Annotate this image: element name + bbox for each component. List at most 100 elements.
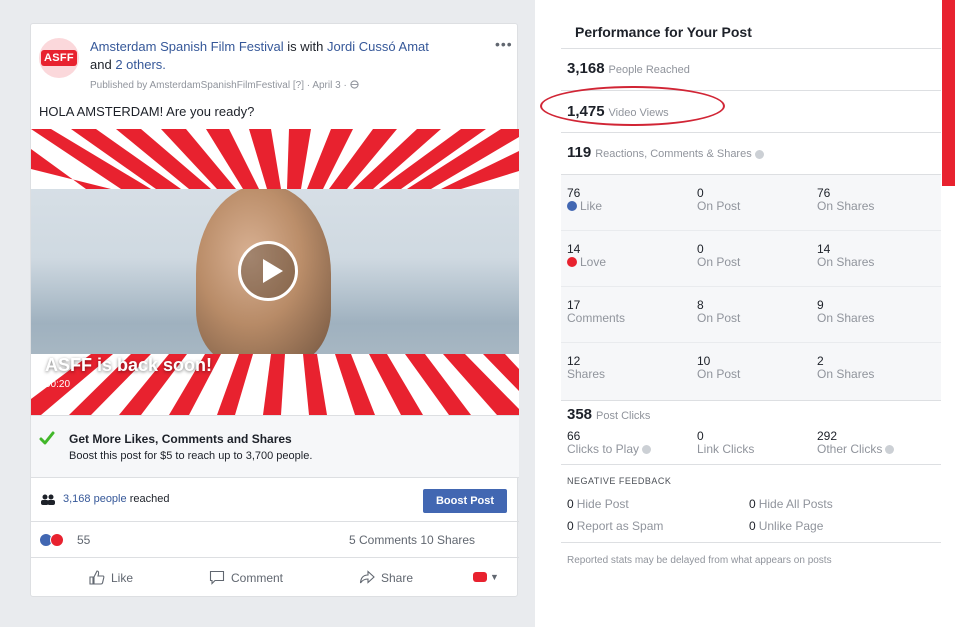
- link-clicks-value: 0: [697, 429, 704, 443]
- boost-post-button[interactable]: Boost Post: [423, 489, 507, 513]
- reached-text: 3,168 people reached: [63, 493, 169, 505]
- page-selector-dropdown[interactable]: ▼: [473, 572, 499, 582]
- like-label: Like: [111, 570, 134, 585]
- hide-post-stat: 0 Hide Post: [567, 497, 629, 511]
- divider: [561, 132, 941, 133]
- comment-button[interactable]: Comment: [209, 570, 283, 585]
- love-total-label: Love: [567, 256, 606, 269]
- boost-description: Boost this post for $5 to reach up to 3,…: [69, 450, 313, 462]
- breakdown-row-comments: 17 Comments 8 On Post 9 On Shares: [561, 287, 941, 343]
- chevron-down-icon: ▼: [490, 572, 499, 582]
- globe-icon: [349, 80, 359, 89]
- clicks-to-play: 66 Clicks to Play: [567, 429, 652, 456]
- like-total-value: 76: [567, 186, 581, 200]
- highlight-oval: [540, 86, 725, 126]
- clicks-to-play-value: 66: [567, 429, 581, 443]
- breakdown-row-love: 14 Love 0 On Post 14 On Shares: [561, 231, 941, 287]
- shares-on-shares-value: 2: [817, 354, 824, 368]
- like-button[interactable]: Like: [89, 570, 133, 585]
- comments-shares-count[interactable]: 5 Comments 10 Shares: [349, 533, 475, 547]
- link-clicks: 0 Link Clicks: [697, 430, 754, 456]
- reaction-icons[interactable]: [39, 533, 69, 547]
- with-text: is with: [287, 39, 324, 54]
- video-player[interactable]: ASFF is back soon! 00:20: [31, 129, 519, 415]
- clicks-to-play-label: Clicks to Play: [567, 442, 640, 456]
- negative-feedback-title: NEGATIVE FEEDBACK: [567, 476, 672, 486]
- video-duration: 00:20: [45, 379, 71, 390]
- comments-on-shares-value: 9: [817, 298, 824, 312]
- love-reaction-icon: [567, 257, 577, 267]
- unlike-page-label: Unlike Page: [758, 519, 824, 533]
- page-name-link[interactable]: Amsterdam Spanish Film Festival: [90, 39, 284, 54]
- post-clicks-label: Post Clicks: [596, 410, 651, 422]
- on-post-label: On Post: [697, 311, 741, 325]
- post-card: ASFF Amsterdam Spanish Film Festival is …: [30, 23, 519, 597]
- info-icon[interactable]: [885, 445, 895, 455]
- insights-title: Performance for Your Post: [575, 24, 752, 40]
- like-on-post-value: 0: [697, 186, 704, 200]
- hide-all-posts-label: Hide All Posts: [758, 497, 833, 511]
- delay-footnote: Reported stats may be delayed from what …: [567, 555, 832, 566]
- published-by-text: Published by AmsterdamSpanishFilmFestiva…: [90, 80, 347, 91]
- people-reached-stat: 3,168 People Reached: [567, 60, 690, 77]
- like-reaction-icon: [567, 201, 577, 211]
- share-label: Share: [381, 570, 414, 585]
- link-clicks-label: Link Clicks: [697, 442, 755, 456]
- hide-all-posts-stat: 0 Hide All Posts: [749, 497, 833, 511]
- divider: [561, 542, 941, 543]
- other-clicks-value: 292: [817, 429, 838, 443]
- hide-post-value: 0: [567, 497, 574, 511]
- shares-total: 12 Shares: [567, 355, 605, 381]
- thumbs-up-icon: [89, 570, 105, 585]
- on-shares-label: On Shares: [817, 367, 875, 381]
- reached-label: reached: [129, 493, 170, 505]
- on-shares-label: On Shares: [817, 199, 875, 213]
- divider: [561, 464, 941, 465]
- shares-on-post: 10 On Post: [697, 355, 740, 381]
- divider: [561, 48, 941, 49]
- other-clicks: 292 Other Clicks: [817, 429, 895, 456]
- page-avatar-mini-icon: [473, 572, 487, 582]
- video-title: ASFF is back soon!: [45, 355, 213, 375]
- comment-icon: [209, 570, 225, 585]
- people-reached-label: People Reached: [608, 64, 690, 76]
- boost-suggestion: Get More Likes, Comments and Shares Boos…: [31, 415, 519, 477]
- reaction-counts-row: 55 5 Comments 10 Shares: [31, 521, 519, 557]
- more-options-icon[interactable]: •••: [495, 36, 513, 52]
- love-on-shares-value: 14: [817, 242, 831, 256]
- info-icon[interactable]: [754, 149, 764, 159]
- post-header: Amsterdam Spanish Film Festival is with …: [90, 38, 490, 74]
- page-avatar[interactable]: ASFF: [39, 38, 79, 78]
- on-shares-label: On Shares: [817, 255, 875, 269]
- report-spam-value: 0: [567, 519, 574, 533]
- info-icon[interactable]: [642, 445, 652, 455]
- reaction-count[interactable]: 55: [77, 533, 90, 547]
- post-clicks-stat: 358 Post Clicks: [567, 406, 650, 423]
- engagement-label: Reactions, Comments & Shares: [595, 148, 752, 160]
- share-button[interactable]: Share: [359, 570, 413, 585]
- reached-count-link[interactable]: 3,168 people: [63, 493, 127, 505]
- comments-total-value: 17: [567, 298, 581, 312]
- love-on-post-value: 0: [697, 242, 704, 256]
- love-total-value: 14: [567, 242, 581, 256]
- play-button[interactable]: [238, 241, 298, 301]
- boost-title: Get More Likes, Comments and Shares: [69, 432, 292, 446]
- hide-post-label: Hide Post: [576, 497, 629, 511]
- avatar-logo-text: ASFF: [41, 50, 77, 66]
- shares-total-value: 12: [567, 354, 581, 368]
- on-post-label: On Post: [697, 199, 741, 213]
- breakdown-row-shares: 12 Shares 10 On Post 2 On Shares: [561, 343, 941, 399]
- on-post-label: On Post: [697, 367, 741, 381]
- like-total-label: Like: [567, 200, 602, 213]
- love-total: 14 Love: [567, 243, 606, 269]
- actions-row: Like Comment Share ▼: [31, 557, 519, 597]
- comments-total-label: Comments: [567, 311, 626, 325]
- on-post-label: On Post: [697, 255, 741, 269]
- love-label-text: Love: [580, 255, 607, 269]
- other-clicks-label-wrap: Other Clicks: [817, 443, 895, 456]
- share-icon: [359, 570, 375, 584]
- engagement-value: 119: [567, 144, 592, 161]
- tagged-person-link[interactable]: Jordi Cussó Amat: [327, 39, 429, 54]
- comments-total: 17 Comments: [567, 299, 625, 325]
- others-link[interactable]: 2 others.: [115, 57, 166, 72]
